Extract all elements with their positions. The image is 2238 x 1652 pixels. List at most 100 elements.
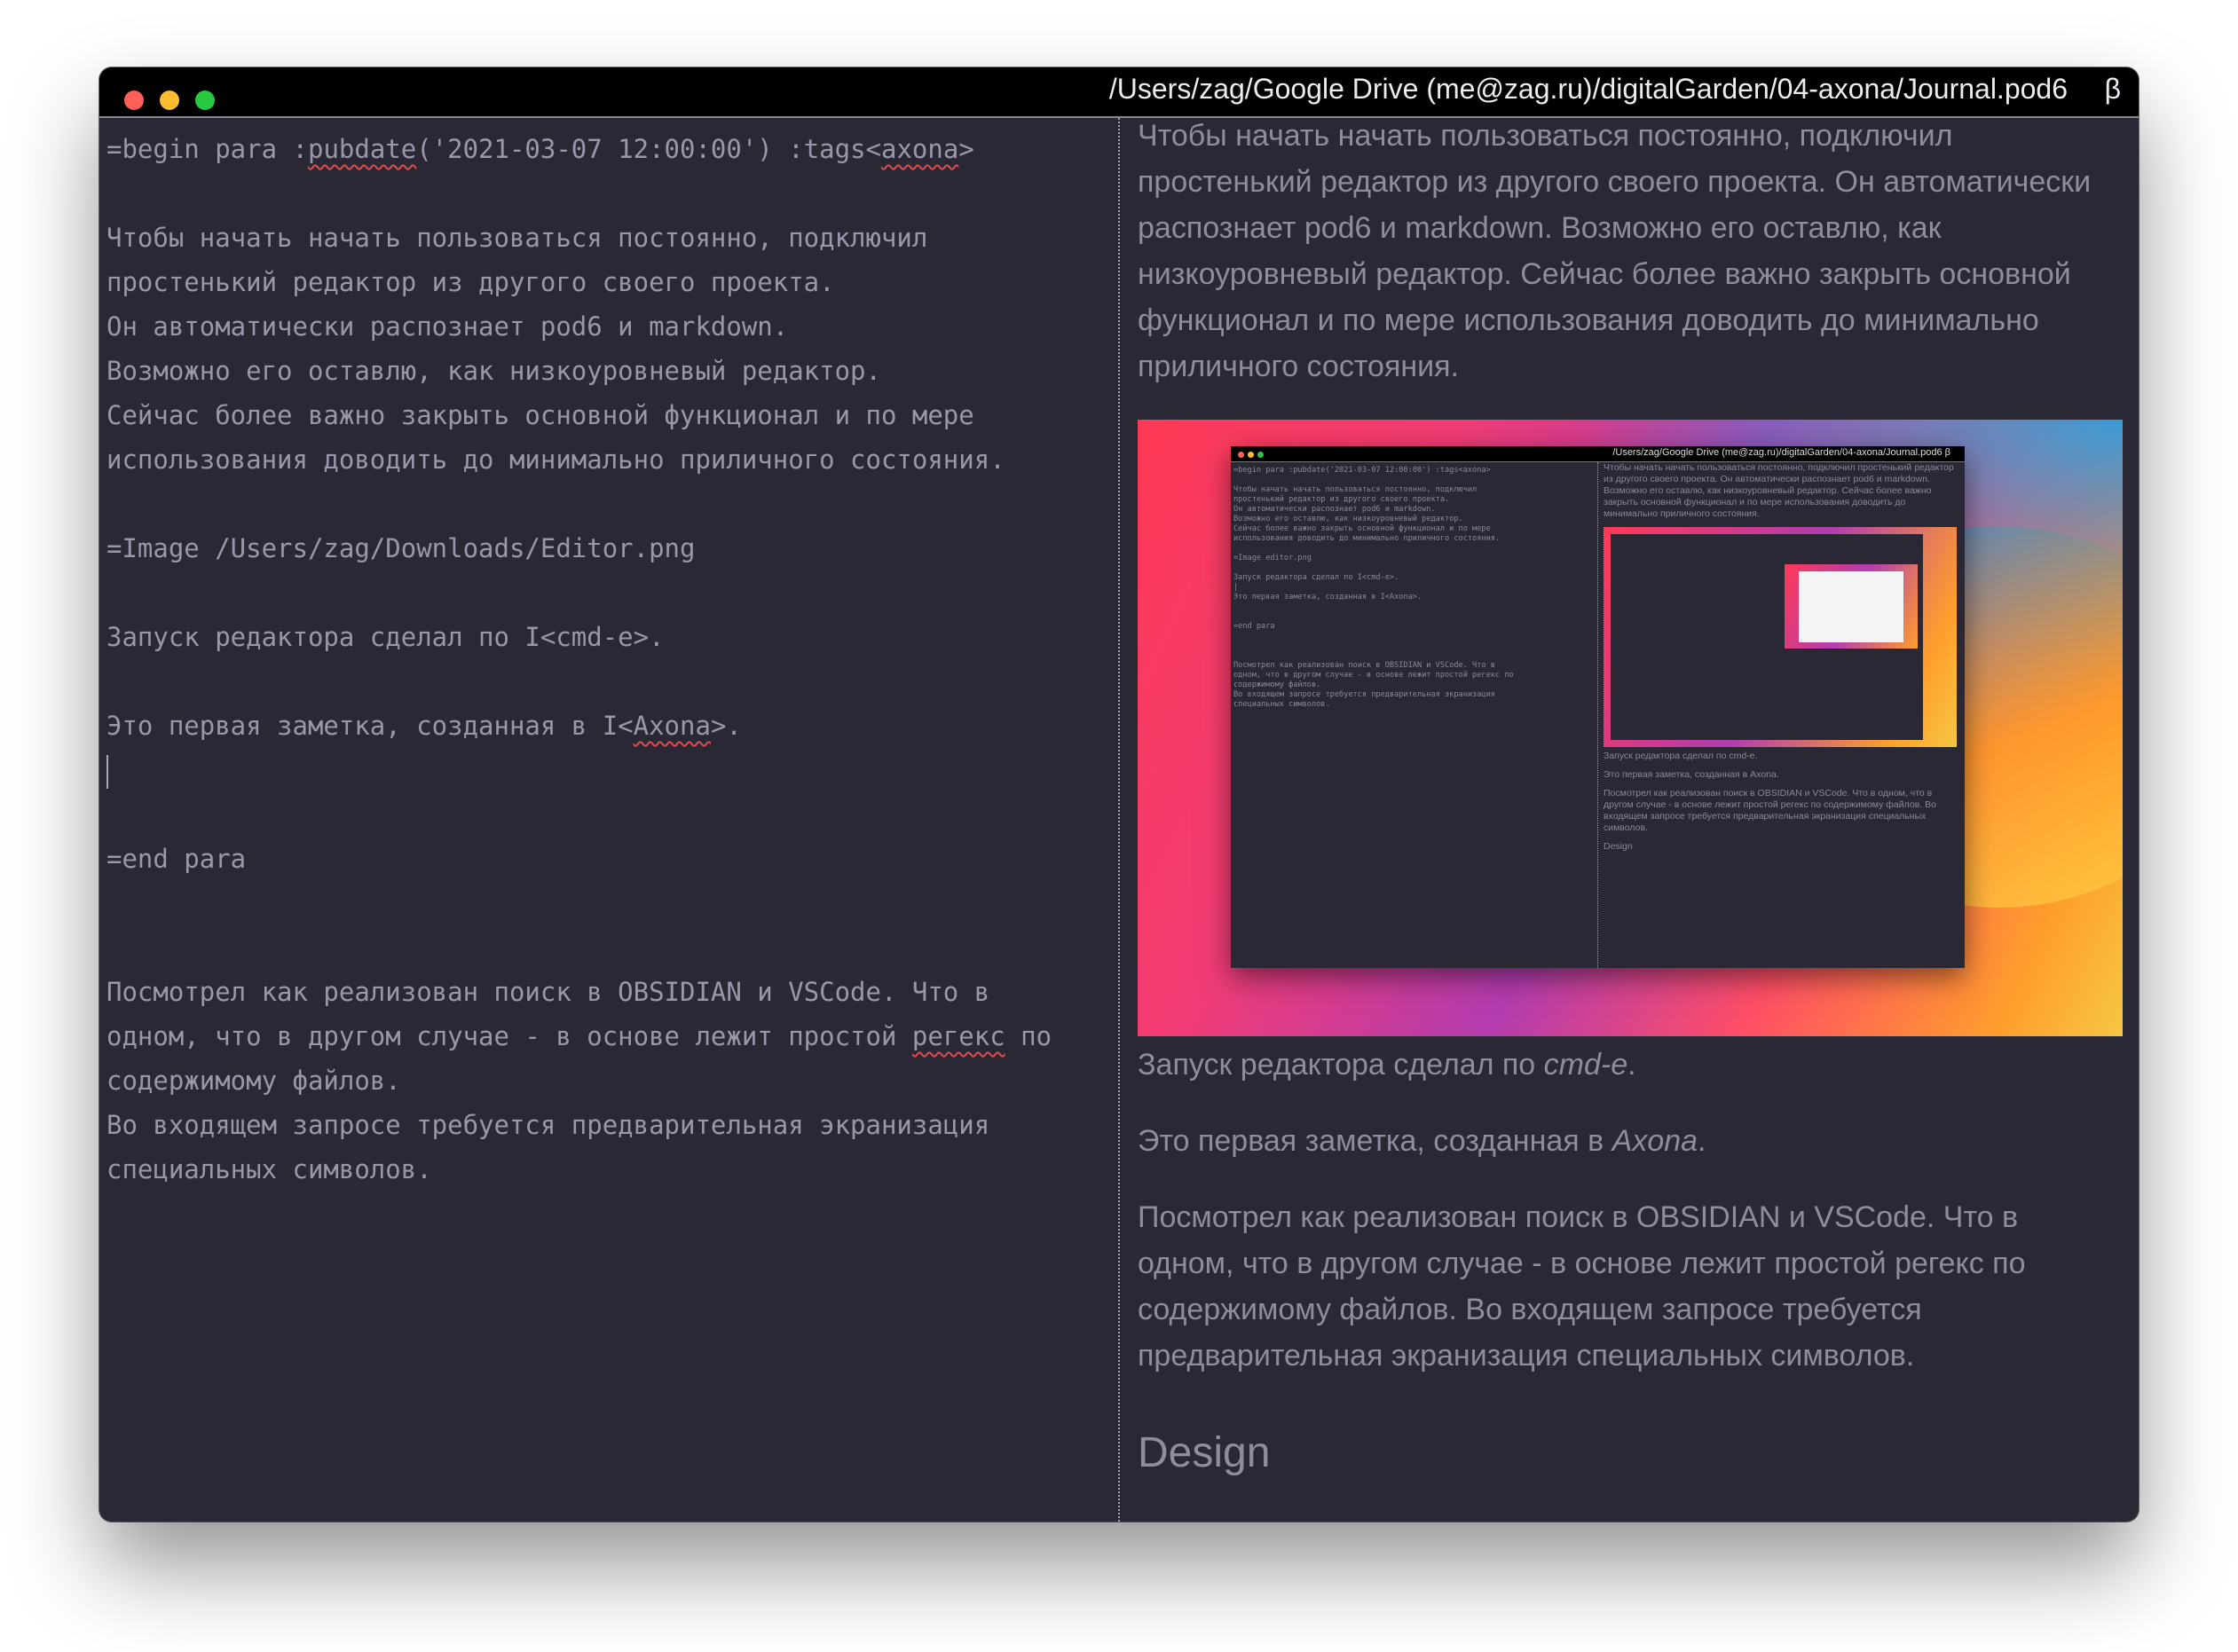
close-button[interactable] bbox=[124, 90, 144, 110]
screenshot-window: /Users/zag/Google Drive (me@zag.ru)/digi… bbox=[1231, 446, 1965, 968]
editor-blank-line bbox=[106, 925, 1111, 970]
screenshot-editor-line bbox=[1233, 641, 1593, 651]
screenshot-editor-line bbox=[1233, 632, 1593, 641]
misspelled-pubdate[interactable]: pubdate bbox=[308, 134, 416, 164]
editor-line: использования доводить до минимально при… bbox=[106, 444, 1005, 475]
launch-suffix: . bbox=[1627, 1048, 1636, 1082]
screenshot-editor-line bbox=[1233, 476, 1593, 485]
screenshot-divider bbox=[1597, 462, 1598, 968]
screenshot-editor-line: Это первая заметка, созданная в I<Axona>… bbox=[1233, 593, 1422, 602]
screenshot-editor-line: Сейчас более важно закрыть основной функ… bbox=[1233, 524, 1491, 533]
screenshot-editor-line: | bbox=[1233, 583, 1239, 592]
begin-suffix: > bbox=[958, 134, 974, 164]
misspelled-axona[interactable]: axona bbox=[881, 134, 958, 164]
screenshot-editor-line: одном, что в другом случае - в основе ле… bbox=[1233, 671, 1514, 680]
screenshot-editor-line: Посмотрел как реализован поиск в OBSIDIA… bbox=[1233, 661, 1495, 670]
screenshot-title: /Users/zag/Google Drive (me@zag.ru)/digi… bbox=[1612, 447, 1950, 458]
nested-document bbox=[1799, 571, 1903, 642]
screenshot-editor-line: содержимому файлов. bbox=[1233, 680, 1321, 689]
preview-paragraph-launch: Запуск редактора сделал по cmd-e. bbox=[1138, 1042, 2123, 1088]
first-note-suffix: . bbox=[1698, 1124, 1706, 1158]
screenshot-editor-line: Запуск редактора сделал по I<cmd-e>. bbox=[1233, 573, 1399, 582]
source-editor[interactable]: =begin para :pubdate('2021-03-07 12:00:0… bbox=[99, 118, 1118, 1522]
minimize-button[interactable] bbox=[160, 90, 179, 110]
editor-line: простенький редактор из другого своего п… bbox=[106, 267, 835, 297]
nested-window bbox=[1611, 534, 1923, 740]
editor-line-image: =Image /Users/zag/Downloads/Editor.png bbox=[106, 533, 696, 563]
screenshot-preview-para2: Посмотрел как реализован поиск в OBSIDIA… bbox=[1604, 788, 1936, 833]
screenshot-zoom-dot bbox=[1257, 452, 1264, 458]
misspelled-axona-2[interactable]: Axona bbox=[634, 711, 711, 741]
pane-divider[interactable] bbox=[1118, 118, 1120, 1522]
launch-shortcut: cmd-e bbox=[1543, 1048, 1628, 1082]
screenshot-editor-line: Чтобы начать начать пользоваться постоян… bbox=[1233, 485, 1478, 494]
first-note-prefix: Это первая заметка, созданная в bbox=[1138, 1124, 1612, 1158]
editor-blank-line bbox=[106, 881, 1111, 925]
misspelled-regex[interactable]: регекс bbox=[912, 1021, 1005, 1051]
editor-blank-line bbox=[106, 482, 1111, 526]
editor-line: Посмотрел как реализован поиск в OBSIDIA… bbox=[106, 977, 990, 1007]
begin-prefix: =begin para : bbox=[106, 134, 308, 164]
screenshot-preview-para: Чтобы начать начать пользоваться постоян… bbox=[1604, 462, 1954, 519]
editor-blank-line bbox=[106, 659, 1111, 704]
first-prefix: Это первая заметка, созданная в I< bbox=[106, 711, 634, 741]
screenshot-editor-line bbox=[1233, 651, 1593, 661]
screenshot-minimize-dot bbox=[1248, 452, 1254, 458]
editor-line-begin: =begin para :pubdate('2021-03-07 12:00:0… bbox=[106, 127, 1111, 171]
screenshot-editor-line: =begin para :pubdate('2021-03-07 12:00:0… bbox=[1233, 466, 1491, 475]
screenshot-close-dot bbox=[1238, 452, 1244, 458]
editor-line: Чтобы начать начать пользоваться постоян… bbox=[106, 223, 928, 253]
embedded-editor-screenshot: /Users/zag/Google Drive (me@zag.ru)/digi… bbox=[1138, 420, 2123, 1036]
preview-paragraph-first-note: Это первая заметка, созданная в Axona. bbox=[1138, 1118, 2123, 1164]
editor-line: Он автоматически распознает pod6 и markd… bbox=[106, 311, 789, 342]
screenshot-titlebar: /Users/zag/Google Drive (me@zag.ru)/digi… bbox=[1231, 446, 1965, 462]
editor-blank-line bbox=[106, 792, 1111, 837]
screenshot-editor-line bbox=[1233, 602, 1593, 612]
screenshot-editor-line bbox=[1233, 612, 1593, 622]
screenshot-preview-launch: Запуск редактора сделал по cmd-e. bbox=[1604, 751, 1758, 761]
editor-cursor-line bbox=[106, 748, 1111, 792]
screenshot-editor-line: Возможно его оставлю, как низкоуровневый… bbox=[1233, 515, 1463, 523]
editor-line: Возможно его оставлю, как низкоуровневый… bbox=[106, 356, 881, 386]
screenshot-editor-line: =Image editor.png bbox=[1233, 554, 1312, 562]
p2-suffix: по bbox=[1005, 1021, 1052, 1051]
screenshot-preview-heading: Design bbox=[1604, 841, 1633, 852]
editor-line: одном, что в другом случае - в основе ле… bbox=[106, 1014, 1111, 1058]
screenshot-editor-line bbox=[1233, 563, 1593, 573]
screenshot-preview-first: Это первая заметка, созданная в Axona. bbox=[1604, 769, 1779, 780]
text-cursor bbox=[106, 755, 108, 789]
preview-paragraph-search: Посмотрел как реализован поиск в OBSIDIA… bbox=[1138, 1200, 2026, 1373]
zoom-button[interactable] bbox=[195, 90, 215, 110]
screenshot-editor-line: Он автоматически распознает pod6 и markd… bbox=[1233, 505, 1436, 514]
p2-prefix: одном, что в другом случае - в основе ле… bbox=[106, 1021, 912, 1051]
first-suffix: >. bbox=[710, 711, 742, 741]
preview-heading-design: Design bbox=[1138, 1429, 1271, 1476]
screenshot-editor-line: использования доводить до минимально при… bbox=[1233, 534, 1501, 543]
editor-line-launch: Запуск редактора сделал по I<cmd-e>. bbox=[106, 622, 665, 652]
app-window: /Users/zag/Google Drive (me@zag.ru)/digi… bbox=[99, 67, 2139, 1522]
editor-line: Сейчас более важно закрыть основной функ… bbox=[106, 400, 974, 430]
editor-line: содержимому файлов. bbox=[106, 1066, 401, 1096]
begin-mid: ('2021-03-07 12:00:00') :tags< bbox=[416, 134, 881, 164]
editor-blank-line bbox=[106, 570, 1111, 615]
editor-blank-line bbox=[106, 171, 1111, 216]
screenshot-nested-image bbox=[1604, 527, 1957, 747]
nested-picture bbox=[1785, 564, 1918, 649]
screenshot-editor-line bbox=[1233, 544, 1593, 554]
title-bar[interactable]: /Users/zag/Google Drive (me@zag.ru)/digi… bbox=[99, 67, 2139, 118]
screenshot-editor-line: =end para bbox=[1233, 622, 1275, 631]
screenshot-editor-line: Во входящем запросе требуется предварите… bbox=[1233, 690, 1495, 699]
editor-line: специальных символов. bbox=[106, 1154, 432, 1184]
preview-paragraph-intro: Чтобы начать начать пользоваться постоян… bbox=[1138, 119, 2092, 383]
screenshot-preview: Чтобы начать начать пользоваться постоян… bbox=[1604, 462, 1960, 853]
editor-line-end: =end para bbox=[106, 844, 247, 874]
screenshot-editor-line: специальных символов. bbox=[1233, 700, 1330, 709]
window-title: /Users/zag/Google Drive (me@zag.ru)/digi… bbox=[1108, 73, 2068, 105]
first-note-axona: Axona bbox=[1612, 1124, 1698, 1158]
rendered-preview[interactable]: Чтобы начать начать пользоваться постоян… bbox=[1138, 118, 2123, 1522]
beta-badge[interactable]: β bbox=[2105, 73, 2121, 106]
launch-prefix: Запуск редактора сделал по bbox=[1138, 1048, 1544, 1082]
